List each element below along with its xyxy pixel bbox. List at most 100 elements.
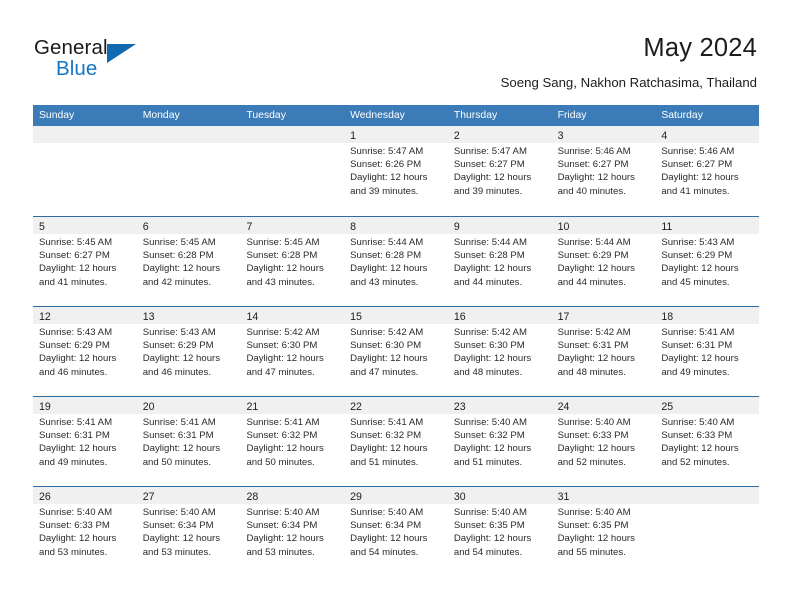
sunset-text: Sunset: 6:35 PM [557,520,629,532]
calendar-day-cell[interactable]: 17 Sunrise: 5:42 AM Sunset: 6:31 PM Dayligh… [551,307,656,396]
calendar-day-cell[interactable]: 14 Sunrise: 5:42 AM Sunset: 6:30 PM Dayligh… [240,307,345,396]
day-sun-info: Sunrise: 5:44 AM Sunset: 6:28 PM Daylight:… [344,234,448,289]
calendar-day-cell[interactable]: 7 Sunrise: 5:45 AM Sunset: 6:28 PM Daylight… [240,217,345,306]
calendar-day-cell[interactable]: 29 Sunrise: 5:40 AM Sunset: 6:34 PM Dayligh… [344,487,448,576]
day-sun-info: Sunrise: 5:44 AM Sunset: 6:28 PM Daylight:… [448,234,552,289]
day-number: 15 [350,311,362,323]
sunrise-text: Sunrise: 5:42 AM [350,327,424,338]
sunset-text: Sunset: 6:27 PM [453,159,525,171]
calendar-day-cell[interactable]: 20 Sunrise: 5:41 AM Sunset: 6:31 PM Dayligh… [136,397,241,486]
daylight-text-line2: and 41 minutes. [39,276,108,288]
calendar-day-cell[interactable]: 22 Sunrise: 5:41 AM Sunset: 6:32 PM Dayligh… [344,397,448,486]
day-number: 2 [453,130,460,142]
sunrise-text: Sunrise: 5:47 AM [453,146,527,157]
daylight-text-line1: Daylight: 12 hours [350,533,428,545]
calendar-day-cell[interactable]: 6 Sunrise: 5:45 AM Sunset: 6:28 PM Daylight… [136,217,241,306]
day-number-band: 11 [655,217,760,234]
calendar-day-cell[interactable]: 27 Sunrise: 5:40 AM Sunset: 6:34 PM Dayligh… [136,487,241,576]
day-sun-info: Sunrise: 5:40 AM Sunset: 6:33 PM Daylight:… [552,414,656,469]
day-sun-info: Sunrise: 5:41 AM Sunset: 6:31 PM Daylight:… [655,324,759,379]
day-sun-info: Sunrise: 5:40 AM Sunset: 6:34 PM Daylight:… [137,504,241,559]
page-header: General Blue May 2024 Soeng Sang, Nakhon… [0,0,792,104]
sunrise-text: Sunrise: 5:40 AM [661,417,735,428]
daylight-text-line1: Daylight: 12 hours [661,263,739,275]
sunrise-text: Sunrise: 5:41 AM [350,417,424,428]
sunset-text: Sunset: 6:27 PM [557,159,629,171]
sunrise-text: Sunrise: 5:40 AM [142,507,216,518]
sunrise-text: Sunrise: 5:40 AM [453,507,527,518]
calendar-day-cell[interactable]: 23 Sunrise: 5:40 AM Sunset: 6:32 PM Dayligh… [447,397,552,486]
day-number-band: 27 [136,487,241,504]
calendar-day-cell[interactable]: 13 Sunrise: 5:43 AM Sunset: 6:29 PM Dayligh… [136,307,241,396]
calendar-day-cell[interactable]: 26 Sunrise: 5:40 AM Sunset: 6:33 PM Dayligh… [33,487,137,576]
daylight-text-line1: Daylight: 12 hours [350,353,428,365]
sunrise-text: Sunrise: 5:44 AM [557,237,631,248]
day-number: 6 [142,221,149,233]
daylight-text-line1: Daylight: 12 hours [557,172,635,184]
calendar-day-cell[interactable]: 10 Sunrise: 5:44 AM Sunset: 6:29 PM Dayligh… [551,217,656,306]
day-sun-info: Sunrise: 5:41 AM Sunset: 6:31 PM Daylight:… [137,414,241,469]
calendar-day-cell-empty [136,126,241,216]
day-sun-info: Sunrise: 5:43 AM Sunset: 6:29 PM Daylight:… [33,324,137,379]
daylight-text-line2: and 55 minutes. [557,546,626,558]
triangle-icon [107,44,136,63]
day-number-band: 3 [551,126,656,143]
sunrise-text: Sunrise: 5:40 AM [453,417,527,428]
day-number-band: 22 [344,397,448,414]
daylight-text-line1: Daylight: 12 hours [142,263,221,275]
daylight-text-line2: and 46 minutes. [39,366,108,378]
calendar-day-cell[interactable]: 19 Sunrise: 5:41 AM Sunset: 6:31 PM Dayligh… [33,397,137,486]
day-sun-info: Sunrise: 5:42 AM Sunset: 6:30 PM Daylight:… [448,324,552,379]
day-sun-info: Sunrise: 5:46 AM Sunset: 6:27 PM Daylight:… [552,143,656,198]
calendar-day-cell[interactable]: 8 Sunrise: 5:44 AM Sunset: 6:28 PM Daylight… [344,217,448,306]
calendar-day-cell[interactable]: 15 Sunrise: 5:42 AM Sunset: 6:30 PM Dayligh… [344,307,448,396]
calendar-day-cell[interactable]: 21 Sunrise: 5:41 AM Sunset: 6:32 PM Dayligh… [240,397,345,486]
day-number: 13 [142,311,155,323]
daylight-text-line2: and 44 minutes. [453,276,523,288]
sunset-text: Sunset: 6:28 PM [142,250,214,262]
day-sun-info: Sunrise: 5:47 AM Sunset: 6:27 PM Daylight:… [448,143,552,198]
sunset-text: Sunset: 6:34 PM [350,520,422,532]
calendar-day-cell[interactable]: 31 Sunrise: 5:40 AM Sunset: 6:35 PM Dayligh… [551,487,656,576]
daylight-text-line2: and 50 minutes. [142,456,211,468]
calendar-day-cell[interactable]: 9 Sunrise: 5:44 AM Sunset: 6:28 PM Daylight… [447,217,552,306]
calendar-day-cell[interactable]: 12 Sunrise: 5:43 AM Sunset: 6:29 PM Dayligh… [33,307,137,396]
daylight-text-line1: Daylight: 12 hours [350,443,428,455]
page-title: May 2024 [643,34,757,62]
daylight-text-line2: and 47 minutes. [246,366,315,378]
sunrise-text: Sunrise: 5:45 AM [39,237,113,248]
sunset-text: Sunset: 6:28 PM [350,250,422,262]
day-number-band: 17 [551,307,656,324]
daylight-text-line2: and 43 minutes. [246,276,315,288]
calendar-week-row: 19 Sunrise: 5:41 AM Sunset: 6:31 PM Dayligh… [33,396,760,486]
calendar-day-cell[interactable]: 25 Sunrise: 5:40 AM Sunset: 6:33 PM Dayligh… [655,397,760,486]
sunset-text: Sunset: 6:33 PM [557,430,629,442]
daylight-text-line2: and 48 minutes. [453,366,523,378]
day-sun-info: Sunrise: 5:40 AM Sunset: 6:35 PM Daylight:… [448,504,552,559]
calendar-day-cell[interactable]: 4 Sunrise: 5:46 AM Sunset: 6:27 PM Daylight… [655,126,760,216]
calendar-day-cell[interactable]: 2 Sunrise: 5:47 AM Sunset: 6:27 PM Daylight… [447,126,552,216]
daylight-text-line2: and 49 minutes. [39,456,108,468]
calendar-day-cell[interactable]: 5 Sunrise: 5:45 AM Sunset: 6:27 PM Daylight… [33,217,137,306]
daylight-text-line1: Daylight: 12 hours [39,443,117,455]
weekday-header-row: Sunday Monday Tuesday Wednesday Thursday… [33,105,759,126]
day-sun-info: Sunrise: 5:45 AM Sunset: 6:28 PM Daylight:… [240,234,344,289]
calendar-day-cell[interactable]: 11 Sunrise: 5:43 AM Sunset: 6:29 PM Dayligh… [655,217,760,306]
daylight-text-line1: Daylight: 12 hours [661,443,739,455]
day-number: 20 [142,401,155,413]
calendar-day-cell[interactable]: 3 Sunrise: 5:46 AM Sunset: 6:27 PM Daylight… [551,126,656,216]
day-number: 29 [350,491,362,503]
calendar-day-cell[interactable]: 24 Sunrise: 5:40 AM Sunset: 6:33 PM Dayligh… [551,397,656,486]
calendar-day-cell[interactable]: 30 Sunrise: 5:40 AM Sunset: 6:35 PM Dayligh… [447,487,552,576]
daylight-text-line1: Daylight: 12 hours [39,353,117,365]
calendar-day-cell[interactable]: 1 Sunrise: 5:47 AM Sunset: 6:26 PM Daylight… [344,126,448,216]
sunset-text: Sunset: 6:32 PM [350,430,422,442]
day-number-band [240,126,345,143]
general-blue-logo[interactable]: General Blue [34,36,154,82]
sunrise-text: Sunrise: 5:41 AM [142,417,216,428]
calendar-day-cell[interactable]: 18 Sunrise: 5:41 AM Sunset: 6:31 PM Dayligh… [655,307,760,396]
day-number-band [33,126,137,143]
daylight-text-line2: and 49 minutes. [661,366,730,378]
calendar-day-cell[interactable]: 28 Sunrise: 5:40 AM Sunset: 6:34 PM Dayligh… [240,487,345,576]
calendar-day-cell[interactable]: 16 Sunrise: 5:42 AM Sunset: 6:30 PM Dayligh… [447,307,552,396]
